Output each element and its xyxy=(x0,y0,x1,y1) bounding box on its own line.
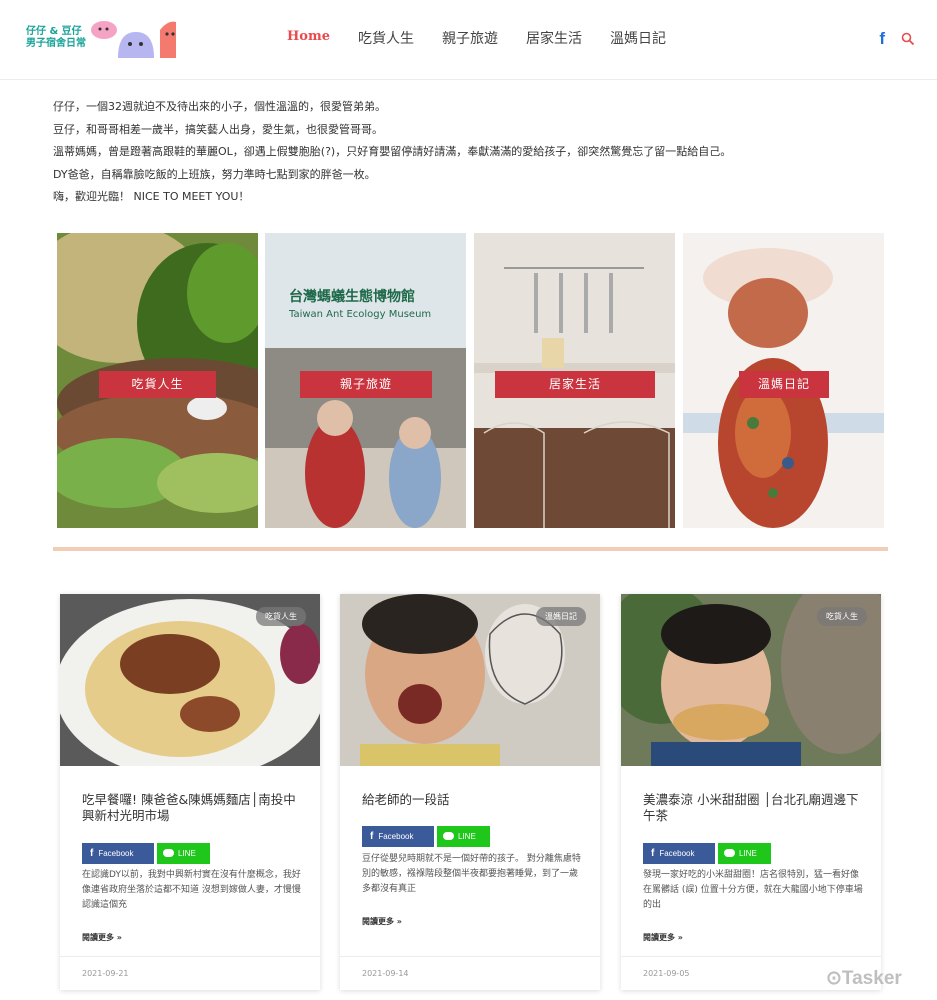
nav-item-mom-diary[interactable]: 溫媽日記 xyxy=(610,28,666,48)
post-title[interactable]: 美濃泰涼 小米甜甜圈 │台北孔廟週邊下午茶 xyxy=(643,792,863,824)
site-header: 仔仔 & 豆仔 男子宿舍日常 Home 吃貨人生 親子旅遊 居家生活 溫媽日記 … xyxy=(0,0,937,80)
logo-line-1: 仔仔 & 豆仔 xyxy=(26,26,82,37)
watermark-icon: ⊙ xyxy=(826,968,842,989)
nav-item-home[interactable]: Home xyxy=(287,29,330,48)
post-title[interactable]: 給老師的一段話 xyxy=(362,792,582,808)
facebook-icon[interactable]: f xyxy=(879,30,885,48)
site-logo[interactable]: 仔仔 & 豆仔 男子宿舍日常 xyxy=(26,18,186,62)
card-footer-divider xyxy=(60,956,320,957)
tile-family-travel-label: 親子旅遊 xyxy=(300,371,432,398)
museum-sign-en: Taiwan Ant Ecology Museum xyxy=(288,309,431,320)
intro-line: 豆仔，和哥哥相差一歲半，搞笑藝人出身，愛生氣，也很愛管哥哥。 xyxy=(53,122,383,136)
header-icons: f xyxy=(879,30,915,48)
nav-item-foodie[interactable]: 吃貨人生 xyxy=(358,28,414,48)
watermark-text: Tasker xyxy=(841,968,902,989)
tile-family-travel[interactable]: 台灣螞蟻生態博物館 Taiwan Ant Ecology Museum 親子旅遊 xyxy=(265,233,466,528)
tile-foodie-label: 吃貨人生 xyxy=(99,371,216,398)
category-badge[interactable]: 吃貨人生 xyxy=(256,607,306,626)
post-date: 2021-09-05 xyxy=(643,969,690,978)
line-icon xyxy=(724,849,735,857)
share-facebook-label: Facebook xyxy=(98,849,134,858)
tile-home-life-label: 居家生活 xyxy=(495,371,655,398)
share-line-button[interactable]: LINE xyxy=(437,826,490,847)
post-title[interactable]: 吃早餐囉! 陳爸爸&陳媽媽麵店│南投中興新村光明市場 xyxy=(82,792,302,824)
share-facebook-button[interactable]: f Facebook xyxy=(362,826,434,847)
category-tiles: 吃貨人生 台灣螞蟻生態博物館 Taiwan Ant Ecology Museum… xyxy=(57,233,885,528)
post-thumbnail[interactable]: 溫媽日記 xyxy=(340,594,600,766)
category-badge[interactable]: 吃貨人生 xyxy=(817,607,867,626)
post-excerpt: 豆仔從嬰兒時期就不是一個好帶的孩子。 對分離焦慮特別的敏感，襁褓階段整個半夜都要… xyxy=(362,854,581,894)
logo-line-2: 男子宿舍日常 xyxy=(26,38,86,49)
nav-item-home-life[interactable]: 居家生活 xyxy=(526,28,582,48)
share-buttons: f Facebook LINE xyxy=(643,843,771,864)
search-icon[interactable] xyxy=(901,32,915,46)
share-facebook-label: Facebook xyxy=(659,849,695,858)
share-line-label: LINE xyxy=(458,832,476,841)
post-card: 溫媽日記 給老師的一段話 f Facebook LINE 豆仔從嬰兒時期就不是一個… xyxy=(340,594,600,990)
post-thumbnail[interactable]: 吃貨人生 xyxy=(60,594,320,766)
card-footer-divider xyxy=(340,956,600,957)
post-card: 吃貨人生 吃早餐囉! 陳爸爸&陳媽媽麵店│南投中興新村光明市場 f Faceboo… xyxy=(60,594,320,990)
read-more-link[interactable]: 閱讀更多 » xyxy=(362,916,402,927)
share-line-button[interactable]: LINE xyxy=(157,843,210,864)
share-buttons: f Facebook LINE xyxy=(82,843,210,864)
section-divider xyxy=(53,547,888,551)
tile-home-life[interactable]: 居家生活 xyxy=(474,233,675,528)
tile-foodie[interactable]: 吃貨人生 xyxy=(57,233,258,528)
post-excerpt: 在認識DY以前，我對中興新村實在沒有什麼概念，我好像連省政府坐落於這都不知道 沒… xyxy=(82,870,301,910)
post-thumbnail[interactable]: 吃貨人生 xyxy=(621,594,881,766)
tile-mom-diary[interactable]: 溫媽日記 xyxy=(683,233,884,528)
tasker-watermark: ⊙Tasker xyxy=(826,967,902,990)
line-icon xyxy=(443,832,454,840)
line-icon xyxy=(163,849,174,857)
read-more-link[interactable]: 閱讀更多 » xyxy=(82,932,122,943)
intro-text: 仔仔，一個32週就迫不及待出來的小子，個性溫溫的，很愛管弟弟。 豆仔，和哥哥相差… xyxy=(53,96,883,209)
facebook-icon: f xyxy=(370,831,374,842)
share-line-button[interactable]: LINE xyxy=(718,843,771,864)
share-line-label: LINE xyxy=(178,849,196,858)
nav-item-family-travel[interactable]: 親子旅遊 xyxy=(442,28,498,48)
intro-line: DY爸爸，自稱靠臉吃飯的上班族，努力準時七點到家的胖爸一枚。 xyxy=(53,167,376,181)
card-footer-divider xyxy=(621,956,881,957)
share-buttons: f Facebook LINE xyxy=(362,826,490,847)
intro-line: 仔仔，一個32週就迫不及待出來的小子，個性溫溫的，很愛管弟弟。 xyxy=(53,100,386,113)
logo-mascots-icon xyxy=(91,21,176,58)
share-facebook-button[interactable]: f Facebook xyxy=(82,843,154,864)
intro-line: 嗨，歡迎光臨！ NICE TO MEET YOU！ xyxy=(53,190,250,203)
intro-line: 溫蒂媽媽，曾是蹬著高跟鞋的華麗OL，卻遇上假雙胞胎(?)，只好育嬰留停請好請滿，… xyxy=(53,145,732,158)
post-card: 吃貨人生 美濃泰涼 小米甜甜圈 │台北孔廟週邊下午茶 f Facebook LIN… xyxy=(621,594,881,990)
post-excerpt: 發現一家好吃的小米甜甜圈！店名很特別，猛一看好像在罵髒話 (誤) 位置十分方便，… xyxy=(643,870,863,910)
facebook-icon: f xyxy=(651,848,655,859)
tile-mom-diary-label: 溫媽日記 xyxy=(739,371,829,398)
share-line-label: LINE xyxy=(739,849,757,858)
post-date: 2021-09-21 xyxy=(82,969,129,978)
logo-text: 仔仔 & 豆仔 男子宿舍日常 xyxy=(26,26,86,50)
museum-sign-zh: 台灣螞蟻生態博物館 xyxy=(289,288,415,305)
facebook-icon: f xyxy=(90,848,94,859)
read-more-link[interactable]: 閱讀更多 » xyxy=(643,932,683,943)
category-badge[interactable]: 溫媽日記 xyxy=(536,607,586,626)
post-date: 2021-09-14 xyxy=(362,969,409,978)
share-facebook-button[interactable]: f Facebook xyxy=(643,843,715,864)
main-nav: Home 吃貨人生 親子旅遊 居家生活 溫媽日記 xyxy=(287,28,694,48)
share-facebook-label: Facebook xyxy=(378,832,414,841)
